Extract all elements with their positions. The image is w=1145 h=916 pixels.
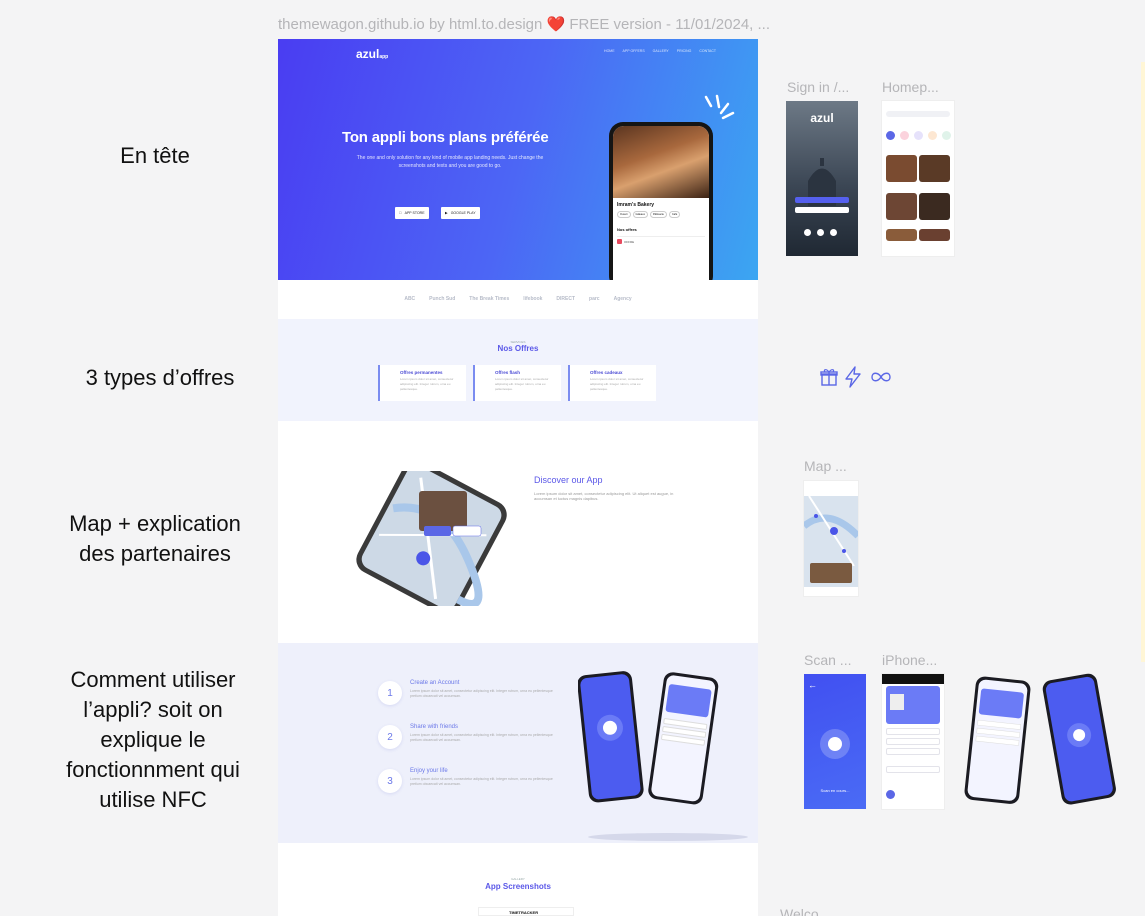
- adjacent-frame-edge: [1141, 62, 1145, 662]
- shots-title: App Screenshots: [485, 882, 551, 891]
- nav-item-app-offers[interactable]: APP OFFERS: [623, 49, 645, 53]
- nav-item-home[interactable]: HOME: [604, 49, 615, 53]
- lightning-icon: [845, 366, 861, 388]
- hero-section: azulapp HOME APP OFFERS GALLERY PRICING …: [278, 39, 758, 280]
- hero-phone: Imram's Bakery Ouvert Gâteaux Pâtisserie Ca…: [609, 122, 713, 280]
- frame-title-iphone: iPhone...: [882, 652, 938, 668]
- step-title: Share with friends: [410, 724, 459, 730]
- offers-section: SERVICES Nos Offres Offres permanentes Lo…: [278, 319, 758, 421]
- screenshots-section: GALLERY App Screenshots TIMETRACKER: [278, 845, 758, 916]
- gift-icon: [820, 369, 838, 386]
- step-number: 2: [378, 725, 402, 749]
- google-play-button[interactable]: ▶ GOOGLE PLAY: [441, 207, 480, 219]
- discover-title: Discover our App: [534, 475, 603, 485]
- step-title: Create an Account: [410, 680, 460, 686]
- nav-item-contact[interactable]: CONTACT: [699, 49, 716, 53]
- frame-title-scan: Scan ...: [804, 652, 852, 668]
- homepage-thumbnail[interactable]: [882, 101, 954, 256]
- annotation-header: En tête: [120, 143, 190, 168]
- partner-logo: ABC: [404, 296, 416, 302]
- site-logo[interactable]: azulapp: [356, 47, 388, 61]
- scan-thumbnail[interactable]: ← Scan en cours...: [804, 674, 866, 809]
- step-title: Enjoy your life: [410, 768, 448, 774]
- signin-thumbnail[interactable]: azul: [786, 101, 858, 256]
- app-store-button[interactable]: APP STORE: [395, 207, 429, 219]
- phone-offers-label: Nos offres: [617, 227, 637, 232]
- frame-title-homepage: Homep...: [882, 79, 939, 95]
- sparkle-decoration: [704, 94, 735, 120]
- discover-section: Discover our App Lorem ipsum dolor sit a…: [278, 421, 758, 643]
- breadcrumb: themewagon.github.io by html.to.design ❤…: [278, 16, 770, 33]
- partner-logo: parc: [589, 296, 600, 302]
- screenshot-preview: TIMETRACKER: [478, 907, 574, 916]
- phone-shop-name: Imram's Bakery: [617, 202, 655, 208]
- partner-logo: The Break Times: [469, 296, 510, 302]
- offer-card-flash[interactable]: Offres flash Lorem ipsum dolor sit amet, …: [473, 365, 561, 401]
- step-number: 1: [378, 681, 402, 705]
- play-icon: ▶: [445, 211, 448, 215]
- step-text: Lorem ipsum dolor sit amet, consectetur …: [410, 733, 553, 742]
- offer-card-gift[interactable]: Offres cadeaux Lorem ipsum dolor sit amet…: [568, 365, 656, 401]
- step-text: Lorem ipsum dolor sit amet, consectetur …: [410, 689, 553, 698]
- infinity-icon: [871, 372, 891, 382]
- frame-title-map: Map ...: [804, 458, 847, 474]
- annotation-offers: 3 types d’offres: [85, 365, 235, 390]
- nfc-phones-illustration: [578, 671, 748, 841]
- hero-title: Ton appli bons plans préférée: [342, 129, 549, 146]
- discover-text: Lorem ipsum dolor sit amet, consectetur …: [534, 491, 674, 501]
- step-text: Lorem ipsum dolor sit amet, consectetur …: [410, 777, 553, 786]
- shots-kicker: GALLERY: [511, 877, 525, 881]
- back-arrow-icon[interactable]: ←: [808, 680, 817, 690]
- annotation-howto: Comment utiliser l’appli? soit on expliq…: [66, 667, 240, 812]
- partner-logos: ABC Punch Sud The Break Times lifebook D…: [278, 284, 758, 314]
- iphone-thumbnail[interactable]: [882, 674, 944, 809]
- frame-title-signin: Sign in /...: [787, 79, 850, 95]
- partner-logo: DIRECT: [556, 296, 576, 302]
- frame-title-welcome: Welco...: [780, 906, 831, 916]
- offers-title: Nos Offres: [497, 344, 539, 353]
- map-thumbnail[interactable]: [804, 481, 858, 596]
- nav-item-pricing[interactable]: PRICING: [677, 49, 692, 53]
- map-phone-illustration: [356, 471, 507, 606]
- apple-icon: : [399, 211, 402, 215]
- offer-card-permanent[interactable]: Offres permanentes Lorem ipsum dolor sit …: [378, 365, 466, 401]
- site-nav: HOME APP OFFERS GALLERY PRICING CONTACT: [604, 49, 716, 53]
- partner-logo: lifebook: [523, 296, 543, 302]
- cake-image: [613, 126, 709, 198]
- howto-section: 1 Create an Account Lorem ipsum dolor si…: [278, 643, 758, 843]
- partner-logo: Agency: [613, 296, 632, 302]
- nav-item-gallery[interactable]: GALLERY: [653, 49, 669, 53]
- partner-logo: Punch Sud: [429, 296, 456, 302]
- step-number: 3: [378, 769, 402, 793]
- phones-mockup: [964, 673, 1116, 805]
- annotation-map: Map + explication des partenaires: [69, 511, 241, 566]
- landing-page-frame: azulapp HOME APP OFFERS GALLERY PRICING …: [278, 39, 758, 916]
- hero-text: The one and only solution for any kind o…: [356, 155, 544, 169]
